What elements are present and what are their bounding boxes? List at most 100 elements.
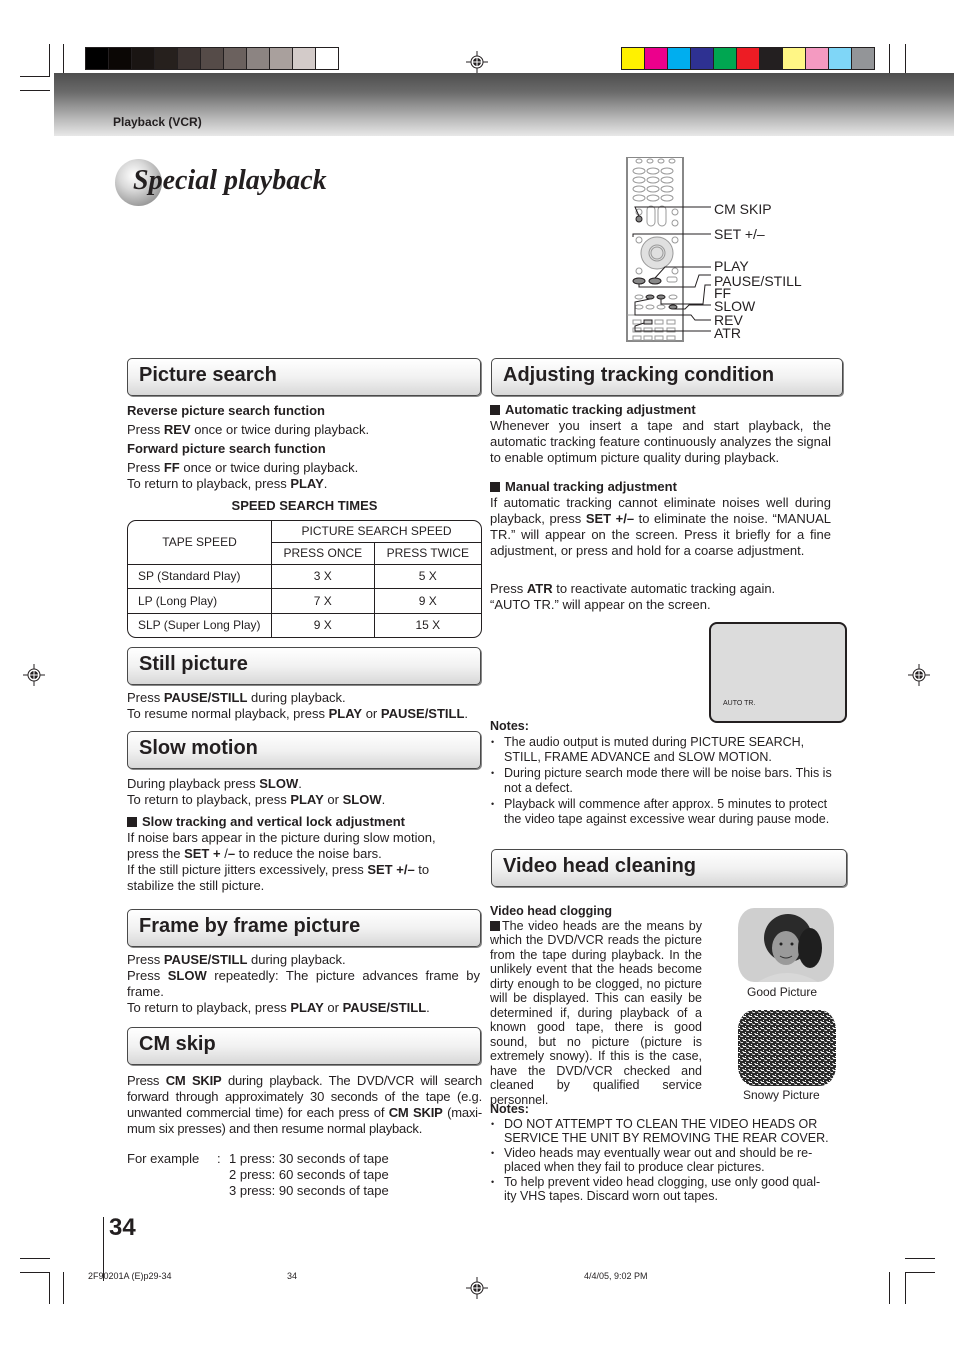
table-cell: 7 X <box>271 588 375 614</box>
color-swatch <box>247 48 270 69</box>
table-cell: 9 X <box>271 612 375 637</box>
section-header-tracking: Adjusting tracking condition <box>491 358 843 396</box>
list-item: 1 press: 30 seconds of tape <box>229 1151 389 1166</box>
key-name: PAUSE/STILL <box>342 1000 427 1015</box>
tracking-body: Automatic tracking adjustment Whenever y… <box>490 402 831 613</box>
color-swatch <box>109 48 132 69</box>
section-heading: Picture search <box>139 364 277 386</box>
notes-title: Notes: <box>490 1102 529 1116</box>
table-cell: SP (Standard Play) <box>128 563 272 590</box>
remote-label-play: PLAY <box>714 258 749 274</box>
frame-by-frame-body: Press PAUSE/STILL during playback. Press… <box>127 952 480 1016</box>
text: during playback. <box>247 952 346 967</box>
still-picture-body: Press PAUSE/STILL during playback. To re… <box>127 690 487 722</box>
color-swatch <box>201 48 224 69</box>
table-header: TAPE SPEED <box>128 521 272 565</box>
text: Press <box>127 460 164 475</box>
section-heading: Adjusting tracking condition <box>503 364 775 386</box>
page-number: 34 <box>109 1214 136 1241</box>
table-row: SLP (Super Long Play) 9 X 15 X <box>128 612 481 637</box>
registration-mark-icon <box>908 664 930 686</box>
bullet-square-icon <box>490 405 500 415</box>
note-item: Video heads may eventually wear out and … <box>490 1146 830 1175</box>
note-item: During picture search mode there will be… <box>490 766 835 797</box>
speed-search-table: TAPE SPEED PICTURE SEARCH SPEED PRESS ON… <box>127 520 482 638</box>
crop-mark <box>20 90 50 91</box>
table-cell: 3 X <box>271 563 375 590</box>
cm-skip-example-separator: : <box>217 1151 221 1166</box>
text: To return to playback, press <box>127 1000 291 1015</box>
subheading: Manual tracking adjustment <box>505 479 677 494</box>
text: To return to playback, press <box>127 792 291 807</box>
head-cleaning-body: Video head clogging The video heads are … <box>490 904 702 1107</box>
section-header-still-picture: Still picture <box>127 647 481 685</box>
section-header-frame-by-frame: Frame by frame picture <box>127 909 481 947</box>
key-name: SLOW <box>342 792 382 807</box>
key-name: CM SKIP <box>388 1105 443 1120</box>
color-swatch <box>760 48 783 69</box>
table-header: PICTURE SEARCH SPEED <box>271 521 481 543</box>
color-swatch <box>668 48 691 69</box>
cm-skip-body: Press CM SKIP during playback. The DVD/V… <box>127 1073 482 1137</box>
section-heading: Slow motion <box>139 737 258 759</box>
subheading: Slow tracking and vertical lock adjustme… <box>142 814 405 829</box>
text: to <box>414 862 430 877</box>
note-item: DO NOT ATTEMPT TO CLEAN THE VIDEO HEADS … <box>490 1117 830 1146</box>
color-swatch <box>155 48 178 69</box>
table-title: SPEED SEARCH TIMES <box>231 498 378 513</box>
note-item: Playback will commence after approx. 5 m… <box>490 797 835 828</box>
color-swatch <box>224 48 247 69</box>
key-name: PLAY <box>290 792 324 807</box>
footer-timestamp: 4/4/05, 9:02 PM <box>584 1271 648 1281</box>
color-swatch <box>316 48 338 69</box>
color-swatch <box>829 48 852 69</box>
key-name: ATR <box>526 581 553 596</box>
table-cell: 15 X <box>373 612 481 637</box>
text: . <box>323 476 328 491</box>
snowy-picture-caption: Snowy Picture <box>743 1088 820 1102</box>
note-item: The audio output is muted during PICTURE… <box>490 735 835 766</box>
text: Press <box>490 581 527 596</box>
list-item: 3 press: 90 seconds of tape <box>229 1183 389 1198</box>
color-swatch <box>783 48 806 69</box>
color-swatch <box>645 48 668 69</box>
note-item: To help prevent video head clogging, use… <box>490 1175 830 1204</box>
crop-mark <box>20 76 50 77</box>
bullet-square-icon <box>127 817 137 827</box>
key-name: PLAY <box>328 706 363 721</box>
remote-label-atr: ATR <box>714 325 741 341</box>
key-name: SET +/– <box>367 862 415 877</box>
key-name: FF <box>163 460 180 475</box>
section-header-video-head-cleaning: Video head cleaning <box>491 849 847 887</box>
key-name: PLAY <box>290 476 324 491</box>
crop-mark <box>889 44 890 76</box>
grayscale-calibration-bar <box>85 47 339 70</box>
text: To resume normal playback, press <box>127 706 329 721</box>
page-title: Special playback <box>133 165 327 196</box>
crop-mark <box>63 44 64 76</box>
remote-control-illustration <box>626 157 711 342</box>
color-swatch <box>622 48 645 69</box>
remote-label-set: SET +/– <box>714 226 765 242</box>
subheading: Forward picture search function <box>127 441 326 456</box>
key-name: SET +/– <box>585 511 635 526</box>
text: Press <box>127 422 164 437</box>
table-row: SP (Standard Play) 3 X 5 X <box>128 563 481 590</box>
table-cell: 5 X <box>373 563 481 590</box>
table-header: PRESS TWICE <box>373 541 481 565</box>
section-heading: Video head cleaning <box>503 855 697 877</box>
table-cell: 9 X <box>373 588 481 614</box>
color-swatch <box>691 48 714 69</box>
tracking-notes: Notes: The audio output is muted during … <box>490 719 835 828</box>
text: to reactivate automatic tracking again. <box>552 581 776 596</box>
registration-mark-icon <box>466 1277 488 1299</box>
bullet-square-icon <box>490 482 500 492</box>
text: The video heads are the means by which t… <box>490 918 702 1107</box>
key-name: PAUSE/STILL <box>163 952 248 967</box>
color-swatch <box>178 48 201 69</box>
screen-osd-text: AUTO TR. <box>723 700 756 707</box>
footer-sheet-number: 34 <box>287 1271 298 1281</box>
text: Press <box>127 1073 166 1088</box>
cm-skip-example-list: 1 press: 30 seconds of tape 2 press: 60 … <box>229 1151 389 1199</box>
section-heading: Still picture <box>139 653 248 675</box>
